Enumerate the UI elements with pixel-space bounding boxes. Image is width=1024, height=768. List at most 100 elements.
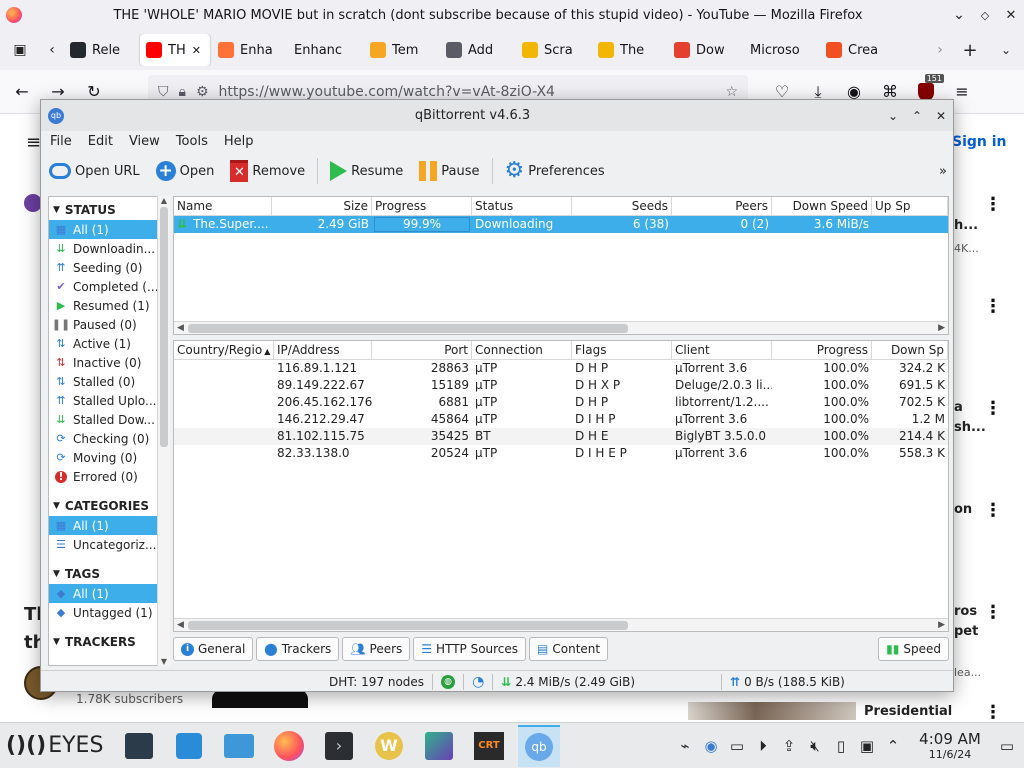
taskbar-terminal-app[interactable]: › — [318, 725, 360, 767]
close-icon[interactable]: ✕ — [929, 109, 953, 123]
taskbar-kdeconnect-app[interactable] — [418, 725, 460, 767]
browser-tab[interactable]: Crea — [820, 34, 894, 66]
status-filter-upload[interactable]: ⇈ Seeding (0) — [49, 258, 169, 277]
peer-row[interactable]: 206.45.162.176 6881 μTP D H P libtorrent/1.2… — [174, 394, 948, 411]
collapse-icon[interactable]: ▼ — [53, 501, 60, 511]
column-header[interactable]: Progress — [372, 197, 472, 215]
status-filter-inactive[interactable]: ⇅ Inactive (0) — [49, 353, 169, 372]
column-header[interactable]: Down Speed — [772, 197, 872, 215]
eyes-widget[interactable]: ()() EYES — [6, 733, 114, 758]
yt-subscribe-button[interactable] — [212, 690, 308, 708]
yt-video-title[interactable]: Presidential — [864, 704, 952, 719]
scroll-left-icon[interactable]: ‹ — [40, 42, 64, 58]
status-header[interactable]: ▼ STATUS — [49, 200, 169, 220]
more-options-icon[interactable]: ⋮ — [984, 194, 1002, 215]
speed-button[interactable]: ▮▮ Speed — [878, 637, 949, 661]
url-text[interactable]: https://www.youtube.com/watch?v=vAt-8ziO… — [219, 84, 555, 100]
resume-button[interactable]: Resume — [322, 156, 411, 186]
tray-display-icon[interactable]: ▣ — [854, 737, 880, 755]
lock-icon[interactable]: 🔒︎ — [179, 84, 186, 100]
clock[interactable]: 4:09 AM 11/6/24 — [910, 730, 990, 761]
column-header[interactable]: Size — [272, 197, 372, 215]
status-filter-moving[interactable]: ⟳ Moving (0) — [49, 448, 169, 467]
sign-in-link[interactable]: Sign in — [952, 134, 1007, 150]
menu-edit[interactable]: Edit — [88, 134, 113, 149]
minimize-icon[interactable]: ⌄ — [946, 7, 972, 23]
tracking-shield-icon[interactable]: ⛉ — [158, 84, 169, 100]
status-filter-all[interactable]: ▦ All (1) — [49, 220, 169, 239]
collections-icon[interactable]: ▣ — [0, 42, 40, 58]
status-filter-stalled-down[interactable]: ⇊ Stalled Dow... — [49, 410, 169, 429]
open-url-button[interactable]: Open URL — [41, 156, 148, 186]
status-filter-stalled[interactable]: ⇅ Stalled (0) — [49, 372, 169, 391]
status-filter-check[interactable]: ✔ Completed (... — [49, 277, 169, 296]
status-filter-checking[interactable]: ⟳ Checking (0) — [49, 429, 169, 448]
download-speed[interactable]: 2.4 MiB/s (2.49 GiB) — [515, 675, 635, 689]
column-header[interactable]: Peers — [672, 197, 772, 215]
maximize-icon[interactable]: ◇ — [972, 9, 998, 22]
tags-header[interactable]: ▼ TAGS — [49, 564, 169, 584]
taskbar-settings-app[interactable] — [118, 725, 160, 767]
tray-clipboard-icon[interactable]: ▭ — [724, 737, 750, 755]
new-tab-icon[interactable]: + — [952, 40, 988, 61]
more-options-icon[interactable]: ⋮ — [984, 500, 1002, 521]
alt-speed-icon[interactable]: ◔ — [472, 674, 484, 690]
collapse-icon[interactable]: ▼ — [53, 569, 60, 579]
taskbar-crt-app[interactable]: CRT — [468, 725, 510, 767]
menu-tools[interactable]: Tools — [176, 134, 208, 149]
browser-tab[interactable]: Scra — [516, 34, 590, 66]
peer-row[interactable]: 81.102.115.75 35425 BT D H E BiglyBT 3.5.0.0… — [174, 428, 948, 445]
status-filter-download[interactable]: ⇊ Downloadin... — [49, 239, 169, 258]
status-filter-error[interactable]: ! Errored (0) — [49, 467, 169, 486]
column-header[interactable]: Port — [372, 341, 472, 359]
taskbar-wps-app[interactable]: W — [368, 725, 410, 767]
peer-row[interactable]: 116.89.1.121 28863 μTP D H P μTorrent 3.6 100… — [174, 360, 948, 377]
toolbar-overflow-icon[interactable]: » — [939, 164, 947, 179]
menu-help[interactable]: Help — [224, 134, 254, 149]
yt-menu-icon[interactable]: ≡ — [26, 132, 41, 153]
scrollbar-thumb[interactable] — [188, 620, 628, 630]
browser-tab[interactable]: Add — [440, 34, 514, 66]
tab-general[interactable]: i General — [173, 637, 254, 661]
column-header[interactable]: Down Sp — [872, 341, 948, 359]
tag-filter[interactable]: ◆ Untagged (1) — [49, 603, 169, 622]
show-desktop-icon[interactable]: ▭ — [990, 737, 1024, 755]
taskbar-discover-app[interactable] — [168, 725, 210, 767]
status-filter-active[interactable]: ⇅ Active (1) — [49, 334, 169, 353]
column-header[interactable]: Client — [672, 341, 772, 359]
tray-updates-icon[interactable]: ⇪ — [776, 737, 802, 755]
menu-view[interactable]: View — [129, 134, 160, 149]
connection-status-icon[interactable]: ◍ — [441, 674, 456, 689]
scroll-right-icon[interactable]: › — [928, 42, 952, 58]
remove-button[interactable]: ✕ Remove — [222, 156, 313, 186]
trackers-header[interactable]: ▼ TRACKERS — [49, 632, 169, 652]
minimize-icon[interactable]: ⌄ — [881, 109, 905, 123]
browser-tab[interactable]: TH ✕ — [140, 34, 210, 66]
tab-content[interactable]: ▤ Content — [529, 637, 609, 661]
column-header[interactable]: Flags — [572, 341, 672, 359]
close-icon[interactable]: ✕ — [998, 8, 1024, 23]
tab-peers[interactable]: 👥︎ Peers — [342, 637, 411, 661]
more-options-icon[interactable]: ⋮ — [984, 602, 1002, 623]
list-tabs-icon[interactable]: ⌄ — [988, 43, 1024, 57]
tray-volume-muted-icon[interactable]: 🔇︎ — [802, 737, 828, 755]
maximize-icon[interactable]: ⌃ — [905, 109, 929, 123]
column-header[interactable]: Up Sp — [872, 197, 948, 215]
browser-tab[interactable]: The — [592, 34, 666, 66]
torrent-list-hscrollbar[interactable]: ◀ ▶ — [174, 321, 948, 334]
status-filter-play[interactable]: ▶ Resumed (1) — [49, 296, 169, 315]
collapse-icon[interactable]: ▼ — [53, 205, 60, 215]
bookmark-star-icon[interactable]: ☆ — [725, 84, 738, 100]
category-filter[interactable]: ▦ All (1) — [49, 516, 169, 535]
scrollbar-thumb[interactable] — [188, 323, 628, 333]
column-header[interactable]: Country/Regio ▲ — [174, 341, 274, 359]
status-filter-stalled-up[interactable]: ⇈ Stalled Uplo... — [49, 391, 169, 410]
browser-tab[interactable]: Tem — [364, 34, 438, 66]
yt-thumbnail[interactable] — [688, 702, 856, 720]
preferences-button[interactable]: ⚙ Preferences — [497, 156, 613, 186]
categories-header[interactable]: ▼ CATEGORIES — [49, 496, 169, 516]
upload-speed[interactable]: 0 B/s (188.5 KiB) — [744, 675, 845, 689]
tray-media-icon[interactable]: ⏵ — [750, 737, 776, 755]
column-header[interactable]: Name — [174, 197, 272, 215]
browser-tab[interactable]: Microso — [744, 34, 818, 66]
